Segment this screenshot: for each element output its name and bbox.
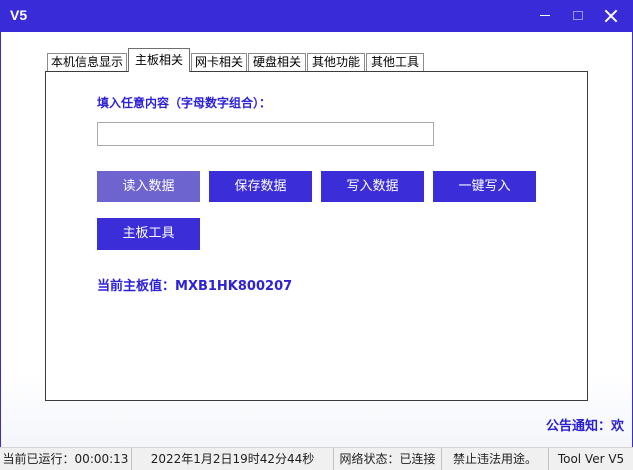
current-motherboard-value: 当前主板值：MXB1HK800207 bbox=[97, 275, 292, 294]
window-title: V5 bbox=[10, 7, 28, 23]
tab-motherboard[interactable]: 主板相关 bbox=[128, 48, 190, 72]
tab-network-card[interactable]: 网卡相关 bbox=[191, 53, 247, 71]
status-warning: 禁止违法用途。 bbox=[442, 448, 549, 470]
minimize-icon bbox=[540, 15, 550, 16]
read-data-button[interactable]: 读入数据 bbox=[97, 171, 200, 202]
maximize-icon bbox=[573, 11, 583, 20]
status-runtime: 当前已运行：00:00:13 bbox=[0, 448, 132, 470]
current-value-label: 当前主板值： bbox=[97, 279, 176, 294]
status-datetime: 2022年1月2日19时42分44秒 bbox=[132, 448, 334, 470]
write-data-button[interactable]: 写入数据 bbox=[321, 171, 424, 202]
announcement-ticker: 公告通知：欢 bbox=[546, 417, 632, 437]
tab-other-functions[interactable]: 其他功能 bbox=[307, 53, 365, 71]
app-window: V5 本机信息显示 主板相关 网卡相关 硬盘相关 其他功能 其他工具 填入任意内… bbox=[0, 0, 633, 470]
current-value-text: MXB1HK800207 bbox=[175, 279, 293, 294]
tab-hard-disk[interactable]: 硬盘相关 bbox=[248, 53, 306, 71]
motherboard-panel: 填入任意内容（字母数字组合）： 读入数据 保存数据 写入数据 一键写入 主板工具… bbox=[45, 71, 588, 401]
motherboard-tool-button[interactable]: 主板工具 bbox=[97, 218, 200, 250]
status-bar: 当前已运行：00:00:13 2022年1月2日19时42分44秒 网络状态：已… bbox=[0, 447, 633, 470]
status-version: Tool Ver V5 bbox=[557, 452, 625, 466]
title-bar[interactable]: V5 bbox=[0, 0, 633, 32]
content-input[interactable] bbox=[97, 122, 434, 146]
tab-other-tools[interactable]: 其他工具 bbox=[366, 53, 424, 71]
close-button[interactable] bbox=[595, 0, 627, 32]
announcement-text: 公告通知：欢 bbox=[546, 419, 625, 434]
input-label: 填入任意内容（字母数字组合）： bbox=[97, 96, 272, 110]
minimize-button[interactable] bbox=[529, 0, 561, 32]
save-data-button[interactable]: 保存数据 bbox=[209, 171, 312, 202]
close-icon bbox=[604, 9, 618, 23]
maximize-button[interactable] bbox=[561, 0, 593, 32]
client-area: 本机信息显示 主板相关 网卡相关 硬盘相关 其他功能 其他工具 填入任意内容（字… bbox=[0, 32, 633, 447]
status-network: 网络状态：已连接 bbox=[334, 448, 442, 470]
tab-local-info[interactable]: 本机信息显示 bbox=[47, 53, 127, 71]
one-click-write-button[interactable]: 一键写入 bbox=[433, 171, 536, 202]
